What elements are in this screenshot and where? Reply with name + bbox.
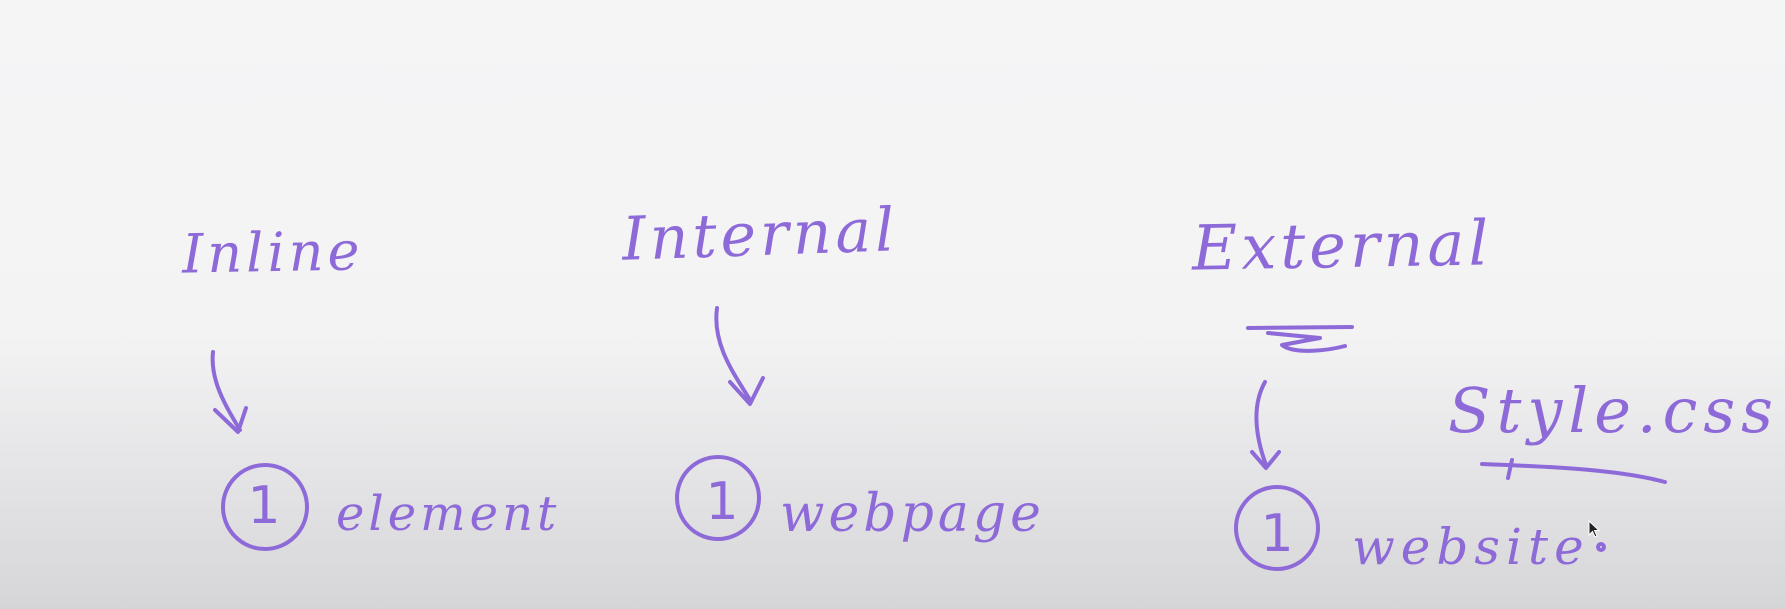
- inline-scope-number: 1: [247, 476, 281, 536]
- internal-scope-target: webpage: [780, 484, 1045, 544]
- style-css-label: Style.css: [1448, 374, 1780, 447]
- style-underline-tick: [1506, 458, 1514, 480]
- inline-scope-target: element: [336, 486, 561, 542]
- trailing-dot: [1596, 542, 1606, 552]
- inline-label: Inline: [181, 219, 364, 286]
- external-scope-number: 1: [1260, 504, 1294, 564]
- internal-label: Internal: [620, 195, 900, 275]
- external-underline-top: [1246, 325, 1354, 330]
- external-underline-zig: [1266, 331, 1347, 353]
- external-arrow: [1254, 380, 1268, 467]
- mouse-pointer-icon: [1588, 520, 1601, 538]
- internal-scope-number: 1: [705, 472, 739, 532]
- whiteboard-canvas: Inline Internal External Style.css 1 ele…: [0, 0, 1785, 609]
- external-scope-target: website: [1352, 518, 1590, 576]
- external-label: External: [1191, 206, 1493, 285]
